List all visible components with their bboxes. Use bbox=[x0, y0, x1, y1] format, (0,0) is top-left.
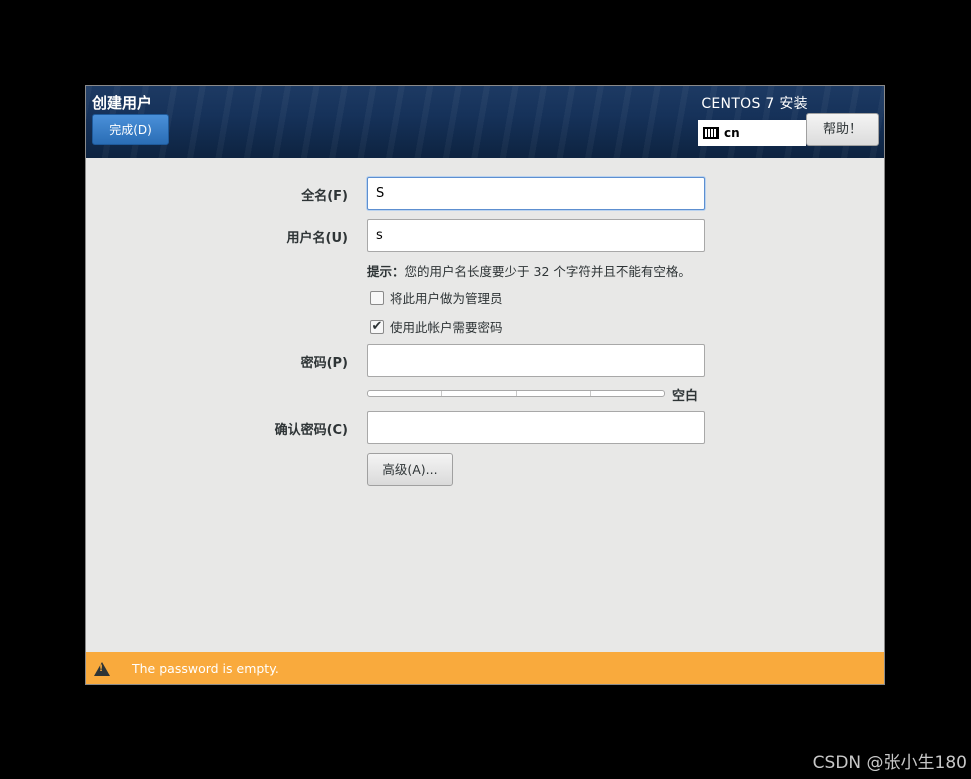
header-bar: 创建用户 完成(D) CENTOS 7 安装 cn 帮助！ bbox=[86, 86, 884, 158]
hint-text: 您的用户名长度要少于 32 个字符并且不能有空格。 bbox=[404, 264, 691, 279]
product-title: CENTOS 7 安装 bbox=[701, 96, 808, 112]
warning-icon bbox=[94, 661, 110, 676]
watermark: CSDN @张小生180 bbox=[812, 753, 967, 773]
require-password-checkbox-row[interactable]: ✔ 使用此帐户需要密码 bbox=[370, 317, 503, 336]
advanced-button[interactable]: 高级(A)... bbox=[367, 453, 453, 486]
confirm-password-label: 确认密码(C) bbox=[274, 423, 348, 438]
fullname-input[interactable]: S bbox=[367, 177, 705, 210]
password-label: 密码(P) bbox=[300, 356, 348, 371]
keyboard-icon bbox=[703, 127, 719, 139]
warning-bar[interactable]: The password is empty. bbox=[86, 652, 884, 684]
create-user-window: 创建用户 完成(D) CENTOS 7 安装 cn 帮助！ 全名(F) S 用户… bbox=[85, 85, 885, 685]
keyboard-layout-indicator[interactable]: cn bbox=[698, 120, 806, 146]
page-title: 创建用户 bbox=[92, 94, 153, 112]
hint-prefix: 提示： bbox=[367, 264, 405, 279]
password-input[interactable] bbox=[367, 344, 705, 377]
username-input[interactable]: s bbox=[367, 219, 705, 252]
require-password-checkbox[interactable]: ✔ bbox=[370, 319, 384, 334]
confirm-password-input[interactable] bbox=[367, 411, 705, 444]
admin-checkbox-label[interactable]: 将此用户做为管理员 bbox=[390, 288, 503, 307]
admin-checkbox-row[interactable]: 将此用户做为管理员 bbox=[370, 288, 503, 307]
done-button[interactable]: 完成(D) bbox=[92, 114, 169, 145]
require-password-label[interactable]: 使用此帐户需要密码 bbox=[390, 317, 503, 336]
password-strength-label: 空白 bbox=[672, 389, 699, 404]
username-hint: 提示：您的用户名长度要少于 32 个字符并且不能有空格。 bbox=[367, 261, 691, 280]
username-label: 用户名(U) bbox=[286, 231, 348, 246]
warning-text[interactable]: The password is empty. bbox=[132, 661, 279, 676]
keyboard-layout-label: cn bbox=[724, 126, 740, 140]
admin-checkbox[interactable] bbox=[370, 290, 384, 305]
password-strength-bar bbox=[367, 390, 665, 397]
fullname-label: 全名(F) bbox=[301, 189, 348, 204]
help-button[interactable]: 帮助！ bbox=[806, 113, 879, 146]
